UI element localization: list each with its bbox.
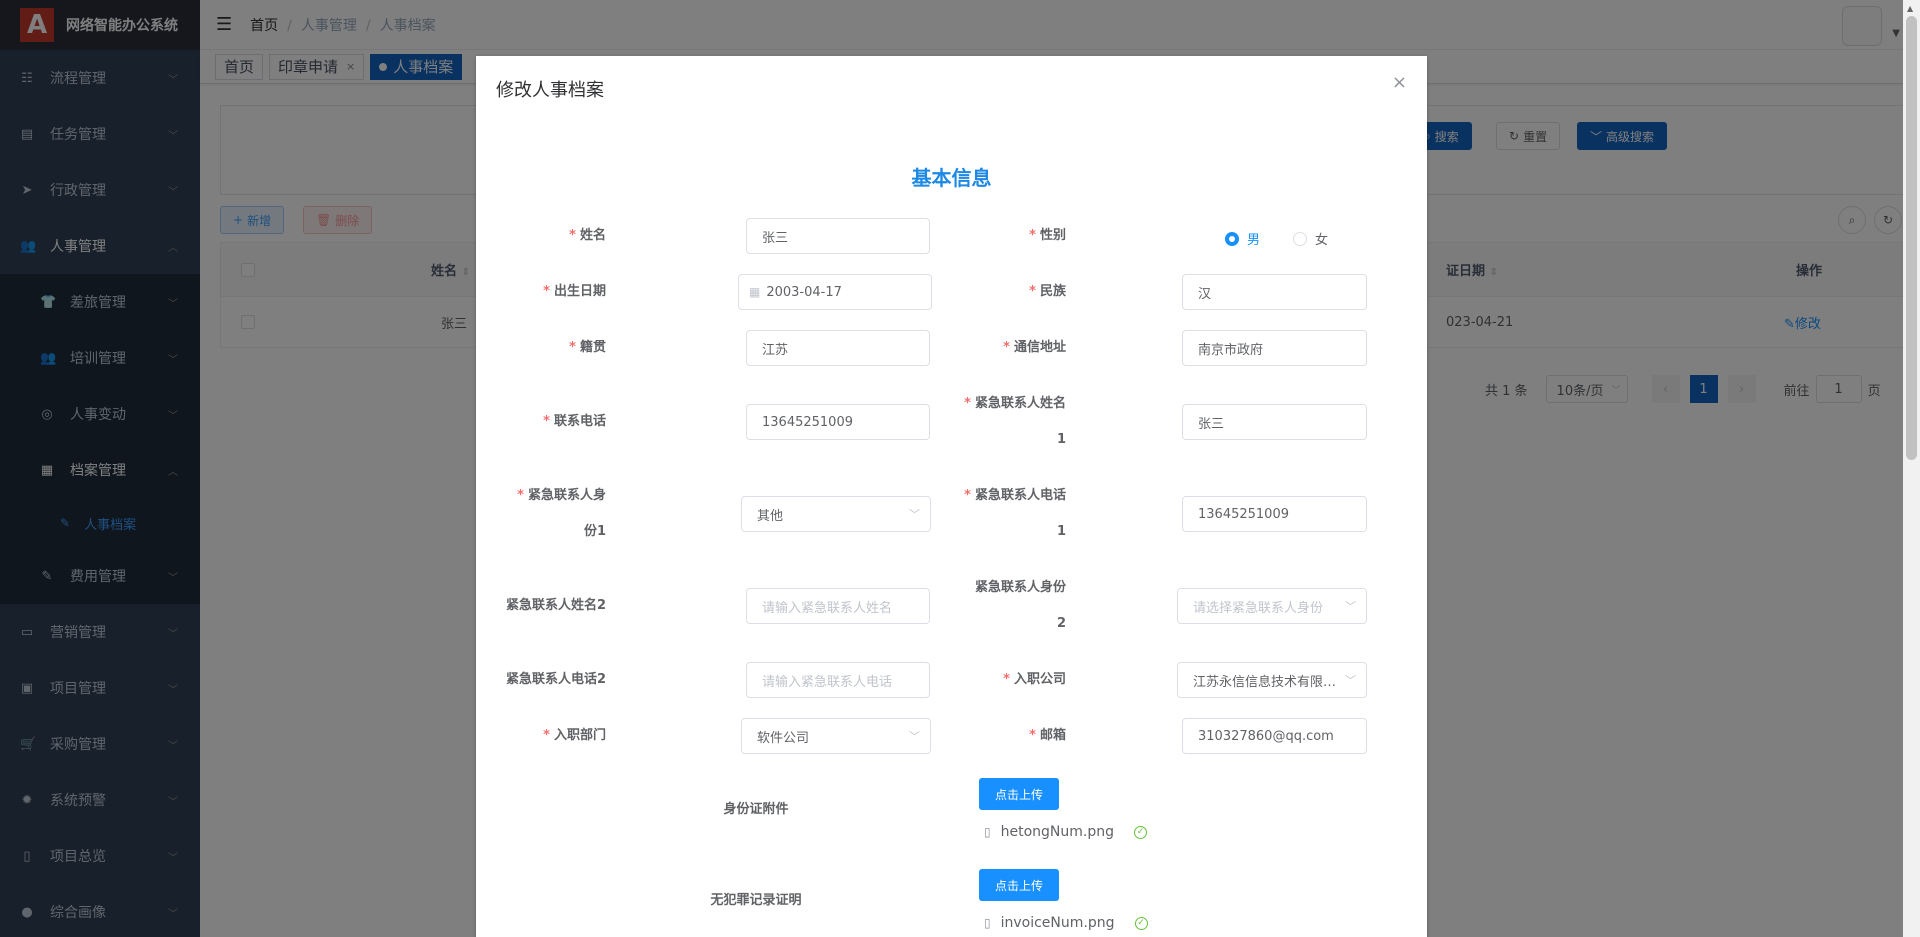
crime-upload-button[interactable]: 点击上传 [979,869,1059,901]
native-label: * 籍贯 [569,340,606,355]
scrollbar-thumb[interactable] [1906,16,1917,460]
ec-name2-label: 紧急联系人姓名2 [505,598,606,613]
chevron-down-icon: ﹀ [909,730,920,743]
ec-name2-input[interactable]: 请输入紧急联系人姓名 [746,588,930,624]
document-icon: ▯ [984,916,991,930]
ec-rel2-select[interactable]: 请选择紧急联系人身份 ﹀ [1177,588,1367,624]
nation-label: * 民族 [1029,284,1066,299]
check-circle-icon: ✓ [1134,825,1147,839]
name-input[interactable]: 张三 [746,218,930,254]
scroll-up-icon[interactable]: ▲ [1907,4,1913,13]
company-select[interactable]: 江苏永信信息技术有限公司 ﹀ [1177,662,1367,698]
birthday-picker[interactable]: ▦ 2003-04-17 [738,274,932,310]
radio-unchecked-icon [1293,231,1307,246]
dept-label: * 入职部门 [543,728,606,743]
native-input[interactable]: 江苏 [746,330,930,366]
id-upload-button[interactable]: 点击上传 [979,778,1059,810]
ec-rel2-label: 紧急联系人身份 2 [974,580,1066,631]
dept-select[interactable]: 软件公司 ﹀ [741,718,931,754]
nation-input[interactable]: 汉 [1182,274,1367,310]
ec-rel1-select[interactable]: 其他 ﹀ [741,496,931,532]
id-attach-label: 身份证附件 [723,802,789,817]
address-input[interactable]: 南京市政府 [1182,330,1367,366]
email-label: * 邮箱 [1029,728,1066,743]
check-circle-icon: ✓ [1134,916,1148,930]
radio-checked-icon [1225,231,1239,246]
chevron-down-icon: ﹀ [909,508,920,521]
birthday-label: * 出生日期 [543,284,606,299]
edit-hr-archive-dialog: 修改人事档案 × 基本信息 * 姓名 张三 * 性别 男 女 * 出生日期 ▦ 2003… [476,56,1427,937]
ec-phone1-label: * 紧急联系人电话 1 [964,488,1066,539]
gender-male-radio[interactable]: 男 [1225,229,1260,248]
page-scrollbar[interactable]: ▲ [1903,0,1920,937]
phone-input[interactable]: 13645251009 [746,404,930,440]
crime-file-item[interactable]: ▯ invoiceNum.png ✓ [984,915,1148,931]
dialog-title: 修改人事档案 [496,80,604,101]
ec-name1-input[interactable]: 张三 [1182,404,1367,440]
phone-label: * 联系电话 [543,414,606,429]
ec-name1-label: * 紧急联系人姓名 1 [964,396,1066,447]
ec-phone2-label: 紧急联系人电话2 [505,672,606,687]
close-icon[interactable]: × [1392,72,1407,93]
gender-female-radio[interactable]: 女 [1293,229,1328,248]
email-input[interactable]: 310327860@qq.com [1182,718,1367,754]
address-label: * 通信地址 [1003,340,1066,355]
calendar-icon: ▦ [749,285,761,299]
chevron-down-icon: ﹀ [1345,600,1356,613]
name-label: * 姓名 [569,228,606,243]
id-file-item[interactable]: ▯ hetongNum.png ✓ [984,824,1147,840]
ec-phone2-input[interactable]: 请输入紧急联系人电话 [746,662,930,698]
company-label: * 入职公司 [1003,672,1066,687]
ec-phone1-input[interactable]: 13645251009 [1182,496,1367,532]
document-icon: ▯ [984,825,991,839]
crime-attach-label: 无犯罪记录证明 [710,893,802,908]
gender-label: * 性别 [1029,228,1066,243]
section-title: 基本信息 [911,166,992,190]
ec-rel1-label: * 紧急联系人身 份1 [517,488,606,539]
chevron-down-icon: ﹀ [1345,674,1356,687]
